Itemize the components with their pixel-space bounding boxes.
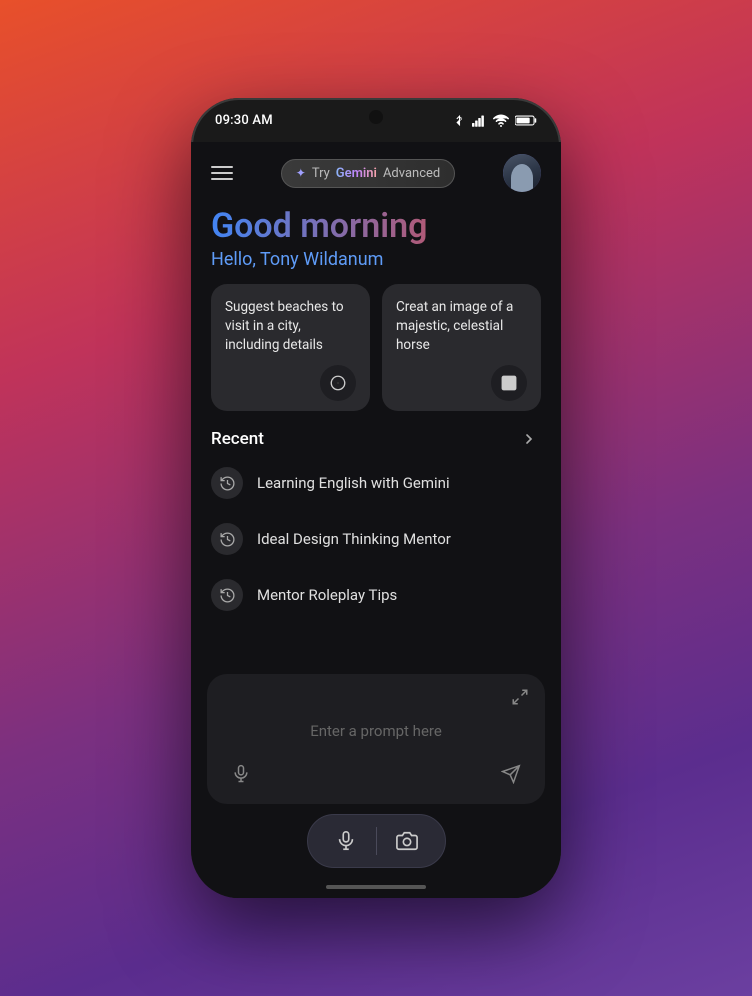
recent-item-3[interactable]: Mentor Roleplay Tips	[211, 567, 541, 623]
send-icon	[501, 764, 521, 784]
recent-item-text-3: Mentor Roleplay Tips	[257, 586, 397, 604]
wifi-icon	[493, 114, 509, 127]
status-icons	[453, 114, 537, 127]
bluetooth-icon	[453, 114, 466, 127]
try-advanced-button[interactable]: ✦ Try Gemini Advanced	[281, 159, 455, 188]
history-icon-1	[211, 467, 243, 499]
expand-arrows-icon	[511, 688, 529, 706]
clock-rotate-icon	[219, 475, 236, 492]
expand-icon[interactable]	[223, 688, 529, 706]
image-icon	[500, 374, 518, 392]
signal-icon	[472, 114, 487, 127]
bottom-pill	[307, 814, 446, 868]
suggestion-card-2[interactable]: Creat an image of a majestic, celestial …	[382, 284, 541, 411]
suggestion-cards: Suggest beaches to visit in a city, incl…	[191, 284, 561, 427]
pill-divider	[376, 827, 377, 855]
star-icon: ✦	[296, 166, 306, 180]
camera-icon	[396, 830, 418, 852]
clock-rotate-icon-3	[219, 587, 236, 604]
pill-camera-button[interactable]	[385, 821, 429, 861]
avatar-person	[511, 164, 533, 192]
app-content: ✦ Try Gemini Advanced Good morning Hello…	[191, 142, 561, 898]
send-button[interactable]	[493, 756, 529, 792]
suggestion-card-1[interactable]: Suggest beaches to visit in a city, incl…	[211, 284, 370, 411]
history-icon-2	[211, 523, 243, 555]
bottom-pill-area	[191, 804, 561, 876]
card-text-1: Suggest beaches to visit in a city, incl…	[225, 298, 356, 355]
hello-user-text: Hello, Tony Wildanum	[211, 249, 541, 270]
recent-item-1[interactable]: Learning English with Gemini	[211, 455, 541, 511]
compass-icon	[329, 374, 347, 392]
image-icon-wrap	[491, 365, 527, 401]
compass-icon-wrap	[320, 365, 356, 401]
recent-item-text-1: Learning English with Gemini	[257, 474, 450, 492]
recent-header: Recent	[211, 427, 541, 451]
card-text-2: Creat an image of a majestic, celestial …	[396, 298, 527, 355]
avatar[interactable]	[503, 154, 541, 192]
input-mic-button[interactable]	[223, 756, 259, 792]
greeting-section: Good morning Hello, Tony Wildanum	[191, 200, 561, 284]
advanced-label: Advanced	[383, 166, 440, 181]
recent-item-2[interactable]: Ideal Design Thinking Mentor	[211, 511, 541, 567]
good-morning-text: Good morning	[211, 208, 541, 245]
history-icon-3	[211, 579, 243, 611]
menu-button[interactable]	[211, 166, 233, 180]
battery-icon	[515, 114, 537, 127]
recent-chevron[interactable]	[517, 427, 541, 451]
try-label: Try	[312, 166, 330, 181]
prompt-input-area: Enter a prompt here	[207, 674, 545, 804]
microphone-icon	[231, 764, 251, 784]
status-time: 09:30 AM	[215, 113, 273, 128]
camera-notch	[369, 110, 383, 124]
phone-shell: 09:30 AM	[191, 98, 561, 898]
home-bar	[326, 885, 426, 889]
home-indicator	[191, 876, 561, 898]
recent-section: Recent Learning English with Gemini	[191, 427, 561, 623]
avatar-inner	[503, 154, 541, 192]
prompt-placeholder[interactable]: Enter a prompt here	[223, 714, 529, 756]
input-bottom-icons	[223, 756, 529, 792]
clock-rotate-icon-2	[219, 531, 236, 548]
pill-mic-button[interactable]	[324, 821, 368, 861]
pill-microphone-icon	[335, 830, 357, 852]
recent-title: Recent	[211, 429, 264, 449]
gemini-label: Gemini	[336, 166, 377, 181]
app-header: ✦ Try Gemini Advanced	[191, 142, 561, 200]
recent-item-text-2: Ideal Design Thinking Mentor	[257, 530, 451, 548]
